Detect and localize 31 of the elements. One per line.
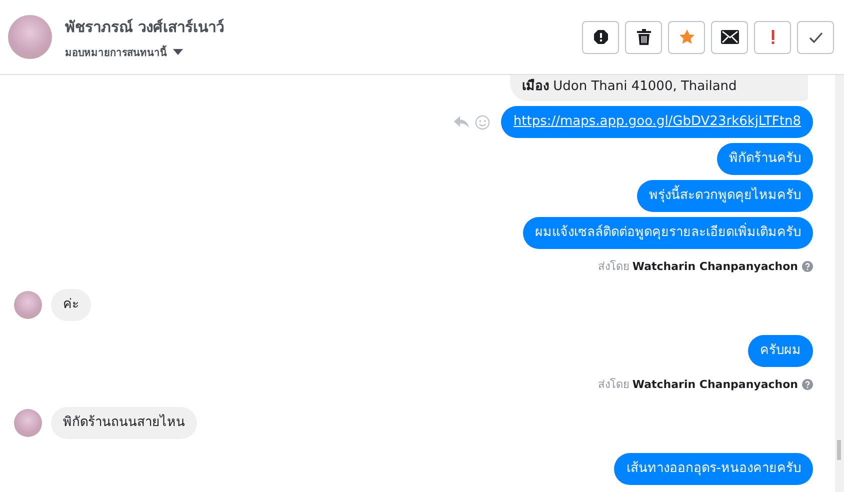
help-icon[interactable] (802, 260, 813, 272)
delete-button[interactable] (625, 20, 662, 54)
caret-icon[interactable] (173, 48, 183, 56)
link-message[interactable]: https://maps.app.goo.gl/GbDV23rk6kjLTFtn8 (501, 106, 813, 138)
alert-button[interactable] (582, 20, 619, 54)
assign-dropdown[interactable]: มอบหมายการสนทนานี้ (65, 44, 224, 60)
exclamation-icon (770, 29, 774, 45)
message-bubble: ค่ะ (51, 289, 91, 321)
sent-by-label: ส่งโดย Watcharin Chanpanyachon (598, 377, 798, 393)
contact-name: พัชราภรณ์ วงศ์เสาร์เนาว์ (65, 16, 224, 38)
message-bubble: พิกัดร้านถนนสายไหน (51, 407, 197, 439)
important-button[interactable] (754, 20, 791, 54)
avatar (14, 291, 42, 319)
star-icon (678, 29, 694, 45)
help-icon[interactable] (802, 378, 813, 390)
sent-by-label: ส่งโดย Watcharin Chanpanyachon (598, 259, 798, 275)
alert-icon (592, 29, 608, 45)
message-bubble: พรุ่งนี้สะดวกพูดคุยไหมครับ (637, 180, 813, 212)
done-button[interactable] (797, 20, 834, 54)
mail-button[interactable] (711, 20, 748, 54)
message-bubble: ผมแจ้งเซลล์ติดต่อพูดคุยรายละเอียดเพิ่มเติมครับ (523, 217, 813, 249)
message-bubble: เส้นทางออกอุดร-หนองคายครับ (614, 453, 813, 485)
avatar (14, 409, 42, 437)
location-message: เมือง Udon Thani 41000, Thailand (510, 75, 808, 101)
envelope-icon (720, 30, 738, 44)
message-bubble: พิกัดร้านครับ (717, 143, 813, 175)
avatar (8, 15, 52, 59)
trash-icon (636, 29, 650, 45)
message-bubble: ครับผม (748, 335, 813, 367)
checkmark-icon (808, 32, 822, 42)
star-button[interactable] (668, 20, 705, 54)
